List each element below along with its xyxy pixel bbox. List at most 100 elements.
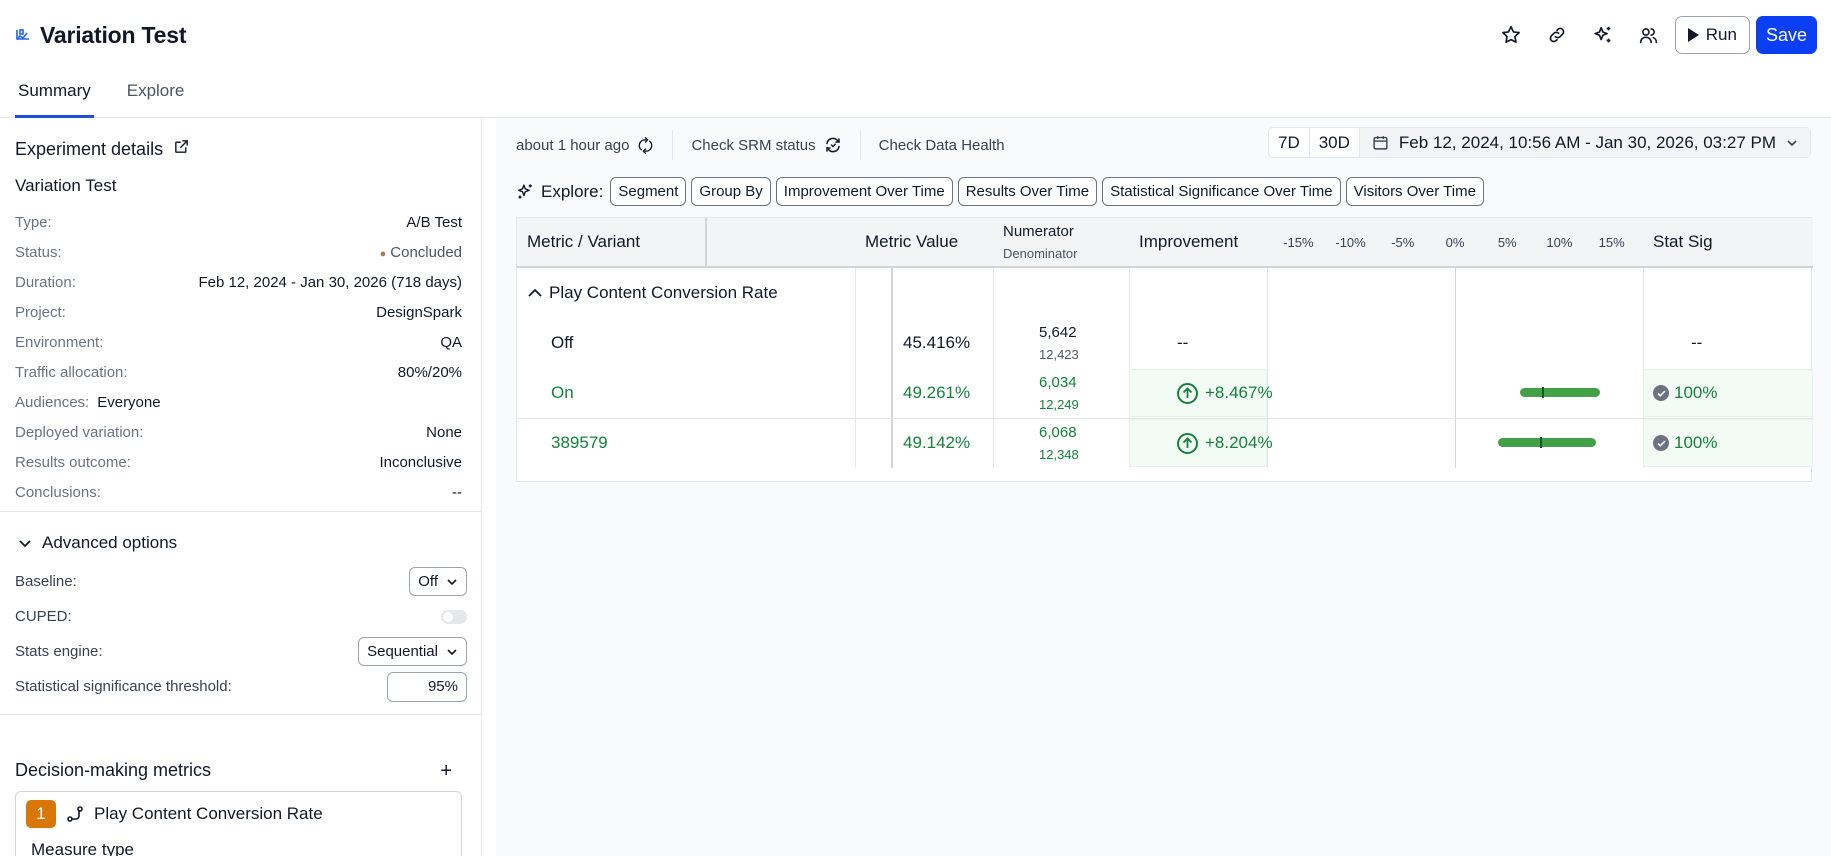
chip-improvement-over-time[interactable]: Improvement Over Time: [775, 177, 953, 206]
baseline-row: Baseline: Off: [15, 564, 467, 599]
run-button[interactable]: Run: [1674, 16, 1750, 54]
advanced-options-toggle[interactable]: Advanced options: [18, 533, 177, 553]
last-updated-text: about 1 hour ago: [516, 136, 630, 154]
range-7d-button[interactable]: 7D: [1269, 128, 1310, 157]
date-range-select[interactable]: Feb 12, 2024, 10:56 AM - Jan 30, 2026, 0…: [1359, 128, 1810, 157]
funnel-metric-icon: [67, 806, 83, 822]
col-header-spacer: [707, 218, 855, 268]
col-header-statsig[interactable]: Stat Sig: [1643, 218, 1813, 268]
threshold-unit: %: [444, 678, 458, 695]
numerator-value: 5,642: [1039, 324, 1077, 341]
axis-tick-label: -15%: [1283, 235, 1314, 250]
check-srm-button[interactable]: Check SRM status: [673, 130, 859, 160]
statsig-value: 100%: [1674, 383, 1718, 402]
metric-card-header: 1 Play Content Conversion Rate: [26, 800, 323, 828]
column-line: [855, 268, 856, 468]
header-actions: Run Save: [1491, 16, 1817, 54]
metric-card[interactable]: 1 Play Content Conversion Rate Measure t…: [15, 791, 462, 856]
detail-key: Type:: [15, 213, 52, 231]
status-dot-icon: ●: [379, 247, 387, 260]
metric-value: 49.142%: [903, 433, 971, 452]
chip-stat-sig-over-time[interactable]: Statistical Significance Over Time: [1102, 177, 1341, 206]
tab-explore[interactable]: Explore: [109, 78, 203, 118]
cuped-label: CUPED:: [15, 608, 72, 625]
detail-value: Inconclusive: [379, 453, 462, 471]
star-icon[interactable]: [1491, 16, 1531, 54]
refresh-results[interactable]: about 1 hour ago: [516, 130, 672, 160]
variant-name: 389579: [551, 433, 608, 452]
detail-key: Status:: [15, 243, 62, 261]
detail-row-conclusions: Conclusions: --: [15, 477, 462, 507]
range-30d-button[interactable]: 30D: [1310, 128, 1360, 157]
external-link-icon[interactable]: [173, 138, 190, 160]
arrow-up-circle-icon: [1177, 432, 1198, 454]
chip-group-by[interactable]: Group By: [691, 177, 771, 206]
explore-bar: Explore: Segment Group By Improvement Ov…: [516, 177, 1484, 206]
metric-group-toggle[interactable]: Play Content Conversion Rate: [527, 268, 778, 318]
metric-value: 45.416%: [903, 333, 971, 352]
save-button[interactable]: Save: [1755, 16, 1817, 54]
baseline-select[interactable]: Off: [409, 567, 467, 596]
threshold-label: Statistical significance threshold:: [15, 678, 232, 695]
threshold-value: 95: [427, 678, 445, 695]
check-data-health-label: Check Data Health: [878, 136, 1005, 154]
detail-row-traffic: Traffic allocation: 80%/20%: [15, 357, 462, 387]
detail-value: A/B Test: [406, 213, 462, 231]
col-header-numerator[interactable]: Numerator Denominator: [993, 218, 1129, 268]
metric-number-badge: 1: [26, 800, 56, 828]
measure-type-label: Measure type: [31, 840, 134, 856]
zero-line: [1455, 268, 1456, 468]
numerator-header: Numerator: [1003, 223, 1074, 240]
threshold-row: Statistical significance threshold: 95%: [15, 669, 467, 704]
improvement-value: +8.204%: [1205, 433, 1273, 452]
check-circle-icon: [1653, 385, 1669, 401]
detail-key: Audiences:: [15, 393, 90, 411]
cuped-toggle[interactable]: [441, 609, 467, 624]
chip-segment[interactable]: Segment: [610, 177, 687, 206]
page-header: Variation Test Summary Explore Run Save: [0, 0, 1831, 118]
sparkles-icon: [518, 184, 532, 199]
link-icon[interactable]: [1537, 16, 1577, 54]
add-metric-button[interactable]: +: [440, 761, 452, 781]
date-range-text: Feb 12, 2024, 10:56 AM - Jan 30, 2026, 0…: [1398, 132, 1776, 152]
chevron-down-icon: [1787, 139, 1797, 146]
check-data-health-button[interactable]: Check Data Health: [861, 130, 1023, 160]
axis-tick-label: -5%: [1391, 235, 1415, 250]
detail-row-audiences: Audiences: Everyone: [15, 387, 462, 417]
col-header-improvement[interactable]: Improvement: [1129, 218, 1267, 268]
detail-value: Everyone: [97, 393, 161, 411]
metric-group-name: Play Content Conversion Rate: [549, 283, 778, 302]
chip-results-over-time[interactable]: Results Over Time: [957, 177, 1098, 206]
experiment-icon: [14, 27, 32, 45]
arrow-up-circle-icon: [1177, 382, 1198, 404]
point-estimate-marker: [1542, 387, 1545, 398]
stats-engine-label: Stats engine:: [15, 643, 103, 660]
detail-row-project: Project: DesignSpark: [15, 297, 462, 327]
chevron-up-icon: [528, 288, 542, 297]
stats-engine-select[interactable]: Sequential: [358, 637, 467, 666]
check-srm-label: Check SRM status: [691, 136, 816, 154]
col-header-metric[interactable]: Metric / Variant: [517, 218, 705, 268]
col-header-ci-axis: -15% -10% -5% 0% 5% 10% 15%: [1267, 218, 1643, 268]
tab-summary[interactable]: Summary: [0, 78, 109, 118]
axis-tick-label: 10%: [1546, 235, 1573, 250]
users-icon[interactable]: [1629, 16, 1669, 54]
run-label: Run: [1705, 25, 1737, 44]
detail-row-type: Type: A/B Test: [15, 207, 462, 237]
col-header-value[interactable]: Metric Value: [855, 218, 993, 268]
frozen-column-divider: [891, 268, 893, 468]
statsig-value: 100%: [1674, 433, 1718, 452]
baseline-label: Baseline:: [15, 573, 77, 590]
decision-metrics-heading: Decision-making metrics +: [15, 760, 452, 781]
detail-key: Traffic allocation:: [15, 363, 128, 381]
experiment-details-title: Experiment details: [15, 138, 164, 159]
divider: [0, 714, 482, 715]
chip-visitors-over-time[interactable]: Visitors Over Time: [1345, 177, 1484, 206]
numerator-denominator: 6,034 12,249: [1039, 368, 1079, 418]
axis-tick-label: 5%: [1497, 235, 1517, 250]
calendar-icon: [1373, 136, 1388, 150]
threshold-input[interactable]: 95%: [387, 671, 467, 702]
sparkles-icon[interactable]: [1583, 16, 1623, 54]
experiment-details-heading: Experiment details: [15, 138, 190, 160]
stats-engine-row: Stats engine: Sequential: [15, 634, 467, 669]
